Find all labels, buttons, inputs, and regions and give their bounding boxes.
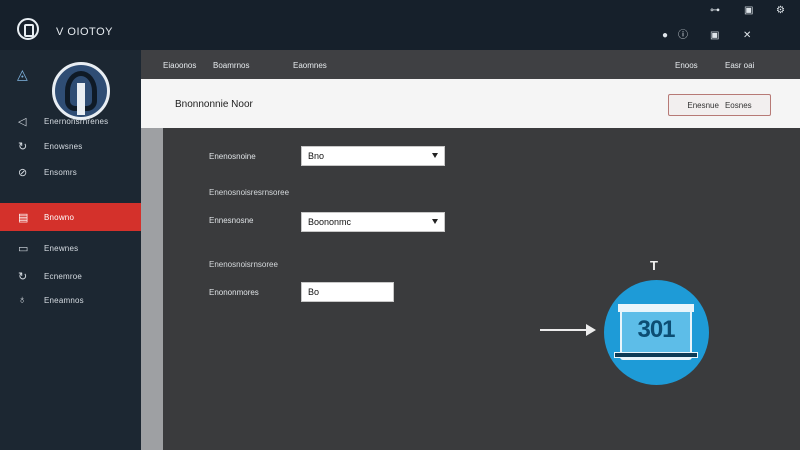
alert-icon: ◁ [18, 115, 27, 128]
user-icon: ♁ [18, 294, 27, 306]
field2-value: Boononmc [308, 217, 352, 227]
section2-label: Enenosnoisresrnsoree [209, 188, 290, 197]
sidebar-item-4[interactable]: ▤ Bnowno [0, 203, 141, 231]
search-icon: ⊘ [18, 166, 28, 179]
app-logo-icon[interactable] [17, 18, 39, 40]
field1-value: Bno [308, 151, 325, 161]
sidebar-item-2[interactable]: ↻ Enowsnes [0, 132, 141, 160]
sidebar-item-label: Enowsnes [44, 141, 83, 151]
header-button-label-2: Eosnes [724, 100, 752, 110]
field1-select[interactable]: Bno [301, 146, 445, 166]
sidebar: ◬ ◁ Enernonsrnrenes ↻ Enowsnes ⊘ Ensomrs… [0, 50, 141, 450]
field3-input[interactable]: Bo [301, 282, 394, 302]
subnav-item-3[interactable]: Eaomnes [293, 61, 327, 70]
document-icon: ▤ [18, 211, 29, 224]
sidebar-item-label: Enewnes [44, 243, 79, 253]
subnav-item-2[interactable]: Boamrnos [213, 61, 249, 70]
badge-number: 301 [637, 316, 675, 343]
badge-base [614, 352, 698, 358]
chevron-down-icon [432, 219, 438, 224]
title-bar: Bnonnonnie Noor Enesnue Eosnes [141, 79, 800, 128]
sidebar-item-7[interactable]: ♁ Eneamnos [0, 286, 141, 314]
chevron-down-icon [432, 153, 438, 158]
link-icon[interactable]: ⊶ [710, 6, 720, 16]
field3-value: Bo [308, 287, 320, 297]
sidebar-item-5[interactable]: ▭ Enewnes [0, 234, 141, 262]
sidebar-item-label: Enernonsrnrenes [44, 116, 109, 126]
subnav-item-1[interactable]: Eiaoonos [163, 61, 196, 70]
app-title: V OIOTOY [56, 26, 113, 38]
header-action-button[interactable]: Enesnue Eosnes [668, 94, 771, 116]
field3-label: Enononmores [209, 288, 259, 297]
sidebar-item-3[interactable]: ⊘ Ensomrs [0, 158, 141, 186]
image-icon[interactable]: ▣ [710, 31, 719, 41]
sidebar-item-label: Ecnemroe [44, 271, 83, 281]
section3-label: Enenosnoisrnsoree [209, 260, 278, 269]
marker-label: T [650, 258, 658, 273]
sidebar-item-label: Bnowno [44, 212, 75, 222]
left-strip [141, 128, 163, 450]
sidebar-item-label: Eneamnos [44, 295, 84, 305]
subheader: Eiaoonos Boamrnos Eaomnes Enoos Easr oai [141, 50, 800, 79]
badge-top [618, 304, 694, 312]
gear-icon[interactable]: ⚙ [776, 6, 785, 16]
refresh-icon: ↻ [18, 140, 28, 153]
close-icon[interactable]: ✕ [743, 31, 751, 41]
info-icon[interactable]: ⓘ [678, 31, 688, 41]
circle-icon[interactable]: ● [662, 31, 668, 41]
field1-label: Enenosnoine [209, 152, 256, 161]
header-button-label: Enesnue [687, 100, 719, 110]
subnav-right-1[interactable]: Enoos [675, 61, 698, 70]
layers-icon: ▭ [18, 242, 29, 255]
sidebar-item-1[interactable]: ◁ Enernonsrnrenes [0, 107, 141, 135]
pin-icon[interactable]: ◬ [17, 66, 28, 83]
refresh-icon: ↻ [18, 270, 28, 283]
subnav-right-2[interactable]: Easr oai [725, 61, 754, 70]
arrow-icon [540, 329, 592, 331]
field2-select[interactable]: Boononmc [301, 212, 445, 232]
field2-label: Ennesnosne [209, 216, 254, 225]
page-title: Bnonnonnie Noor [175, 99, 253, 110]
top-bar: V OIOTOY ⊶ ▣ ⚙ ● ⓘ ▣ ✕ [0, 0, 800, 50]
sidebar-item-label: Ensomrs [44, 167, 77, 177]
image-icon[interactable]: ▣ [744, 6, 753, 16]
arrow-head-icon [586, 324, 596, 336]
